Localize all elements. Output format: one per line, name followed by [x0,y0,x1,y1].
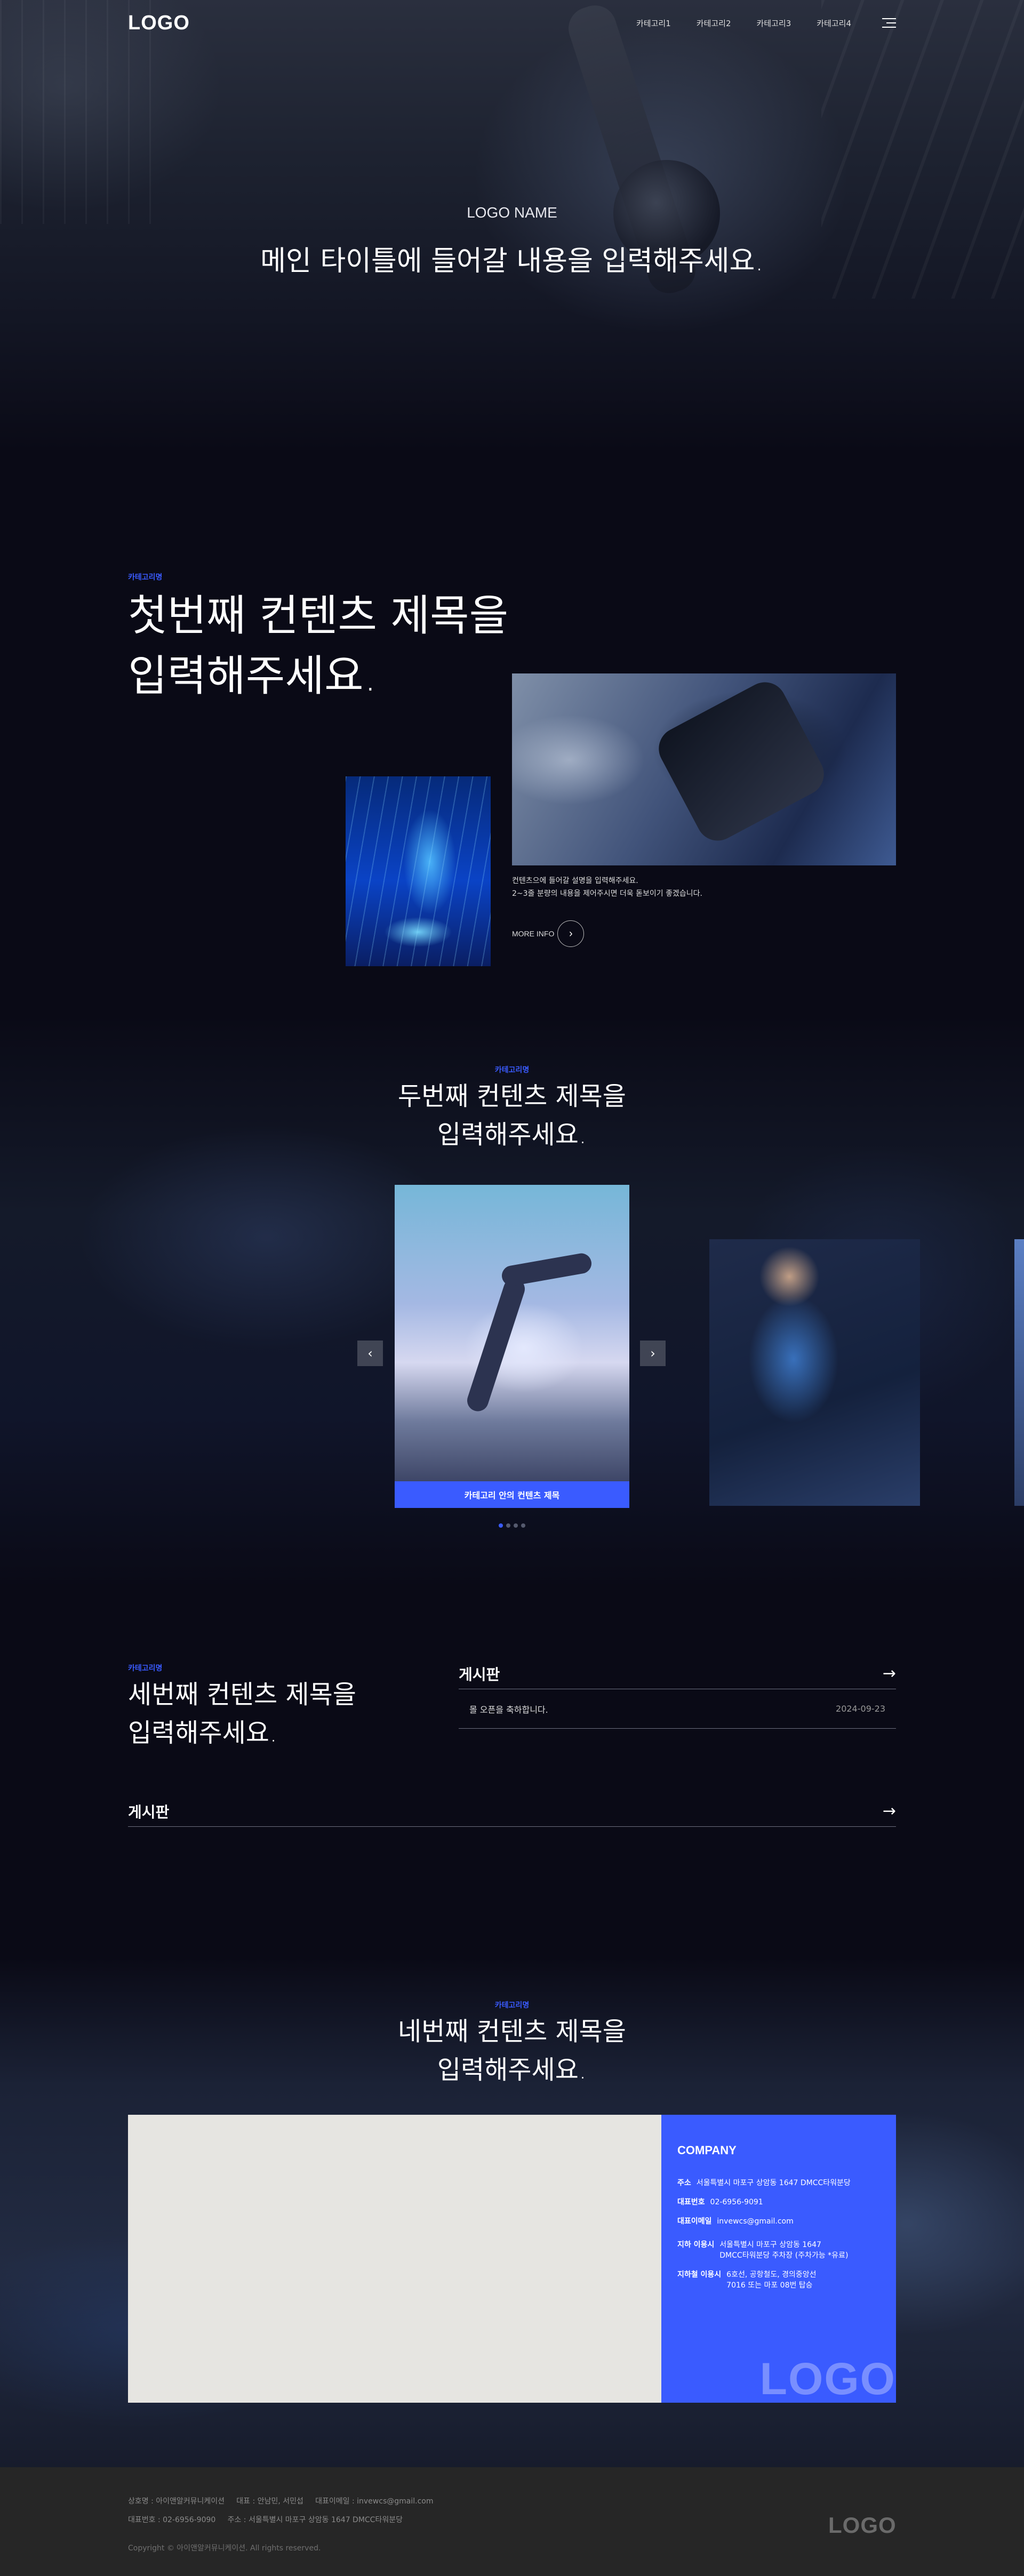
nav-item-category-3[interactable]: 카테고리3 [757,18,791,29]
hamburger-menu-icon[interactable] [882,18,896,28]
card-robot-arm-image [395,1185,629,1481]
board-widget-secondary: 게시판 → [128,1796,896,1827]
slider-dot[interactable] [499,1523,503,1528]
section3-title-line2: 입력해주세요. [128,1718,278,1748]
company-phone-row: 대표번호 02-6956-9091 [677,2197,880,2208]
logo[interactable]: LOGO [128,12,190,35]
chevron-left-icon: ‹ [367,1346,373,1361]
board-title: 게시판 [128,1803,170,1821]
section2-category: 카테고리명 [494,1066,530,1074]
chevron-right-icon: › [557,920,585,947]
company-logo-watermark: LOGO [759,2354,896,2403]
section4-title: 네번째 컨텐츠 제목을 입력해주세요. [0,2012,1024,2089]
main-nav: 카테고리1 카테고리2 카테고리3 카테고리4 [636,18,851,29]
section2-title: 두번째 컨텐츠 제목을 입력해주세요. [0,1077,1024,1154]
section1-category: 카테고리명 [128,573,163,582]
slider-card-next[interactable] [709,1239,920,1506]
section3-title: 세번째 컨텐츠 제목을 입력해주세요. [128,1675,356,1752]
hero-title: 메인 타이틀에 들어갈 내용을 입력해주세요. [260,245,764,277]
slider-card-active[interactable]: 카테고리 안의 컨텐츠 제목 [395,1185,629,1508]
slider-dot[interactable] [506,1523,510,1528]
board-row-date: 2024-09-23 [836,1704,885,1714]
board-row-title: 몰 오픈을 축하합니다. [469,1704,548,1715]
slider-card-peek[interactable] [1014,1239,1024,1506]
section1-desc-line1: 컨텐츠으에 들어갈 설명을 입력해주세요. [512,877,638,885]
company-info-panel: COMPANY 주소 서울특별시 마포구 상암동 1647 DMCC타워분당 대… [661,2115,896,2403]
map-placeholder[interactable] [128,2115,661,2403]
section3-category: 카테고리명 [128,1664,163,1673]
section4-title-line2: 입력해주세요. [437,2055,587,2085]
section1-robot-image-large [512,673,896,865]
footer-company-info: 상호명 : 아이앤알커뮤니케이션 대표 : 안남민, 서민섭 대표이메일 : i… [128,2497,434,2506]
hero-subtitle: LOGO NAME [467,204,557,221]
section2-title-line1: 두번째 컨텐츠 제목을 [398,1081,626,1111]
company-heading: COMPANY [677,2144,737,2157]
site-header: LOGO 카테고리1 카테고리2 카테고리3 카테고리4 [128,11,896,35]
company-parking-row: 지하 이용시 서울특별시 마포구 상암동 1647 DMCC타워분당 주차장 (… [677,2240,880,2261]
section1-desc-line2: 2~3줄 분량의 내용을 제어주시면 더욱 돋보이기 좋겠습니다. [512,889,702,898]
info-key: 대표번호 [677,2198,705,2206]
board-row[interactable]: 몰 오픈을 축하합니다. 2024-09-23 [459,1689,896,1729]
more-info-button[interactable]: MORE INFO › [512,920,585,947]
footer-logo[interactable]: LOGO [828,2513,897,2538]
section1-robot-image-small [346,776,491,966]
slider-dot[interactable] [521,1523,525,1528]
info-value: 6호선, 공항철도, 경의중앙선 7016 또는 마포 08번 탑승 [726,2270,817,2290]
section1-title-line2: 입력해주세요. [128,651,378,701]
board-header[interactable]: 게시판 → [128,1796,896,1827]
chevron-right-icon: › [650,1346,655,1361]
info-value: 02-6956-9091 [710,2198,763,2206]
nav-item-category-2[interactable]: 카테고리2 [697,18,731,29]
board-widget: 게시판 → 몰 오픈을 축하합니다. 2024-09-23 [459,1658,896,1729]
section3-title-line1: 세번째 컨텐츠 제목을 [128,1680,356,1710]
footer-copyright: Copyright © 아이앤알커뮤니케이션. All rights reser… [128,2544,321,2553]
card-caption: 카테고리 안의 컨텐츠 제목 [395,1481,629,1508]
section4-category: 카테고리명 [494,2001,530,2010]
company-address-row: 주소 서울특별시 마포구 상암동 1647 DMCC타워분당 [677,2178,880,2188]
company-email-row: 대표이메일 invewcs@gmail.com [677,2216,880,2227]
slider-pagination [0,1523,1024,1528]
nav-item-category-4[interactable]: 카테고리4 [817,18,851,29]
section1-description: 컨텐츠으에 들어갈 설명을 입력해주세요. 2~3줄 분량의 내용을 제어주시면… [512,874,702,900]
section1-title-line1: 첫번째 컨텐츠 제목을 [128,591,509,640]
company-subway-row: 지하철 이용시 6호선, 공항철도, 경의중앙선 7016 또는 마포 08번 … [677,2269,880,2291]
info-key: 주소 [677,2179,691,2187]
arrow-right-icon[interactable]: → [883,1802,896,1820]
arrow-right-icon[interactable]: → [883,1664,896,1683]
hero-section [0,0,1024,453]
info-value: 서울특별시 마포구 상암동 1647 DMCC타워분당 주차장 (주차가능 *유… [719,2241,849,2260]
info-key: 대표이메일 [677,2217,712,2226]
info-key: 지하철 이용시 [677,2270,722,2279]
info-value: invewcs@gmail.com [717,2217,794,2226]
section1-title: 첫번째 컨텐츠 제목을 입력해주세요. [128,585,508,706]
nav-item-category-1[interactable]: 카테고리1 [636,18,671,29]
info-value: 서울특별시 마포구 상암동 1647 DMCC타워분당 [696,2179,851,2187]
board-title: 게시판 [459,1665,500,1683]
board-header[interactable]: 게시판 → [459,1658,896,1689]
footer-contact-info: 대표번호 : 02-6956-9090 주소 : 서울특별시 마포구 상암동 1… [128,2516,403,2524]
slider-prev-button[interactable]: ‹ [357,1341,383,1366]
info-key: 지하 이용시 [677,2241,715,2249]
more-info-label: MORE INFO [512,929,555,938]
section4-title-line1: 네번째 컨텐츠 제목을 [398,2017,626,2047]
section2-title-line2: 입력해주세요. [437,1120,587,1150]
slider-dot[interactable] [514,1523,518,1528]
slider-next-button[interactable]: › [640,1341,666,1366]
